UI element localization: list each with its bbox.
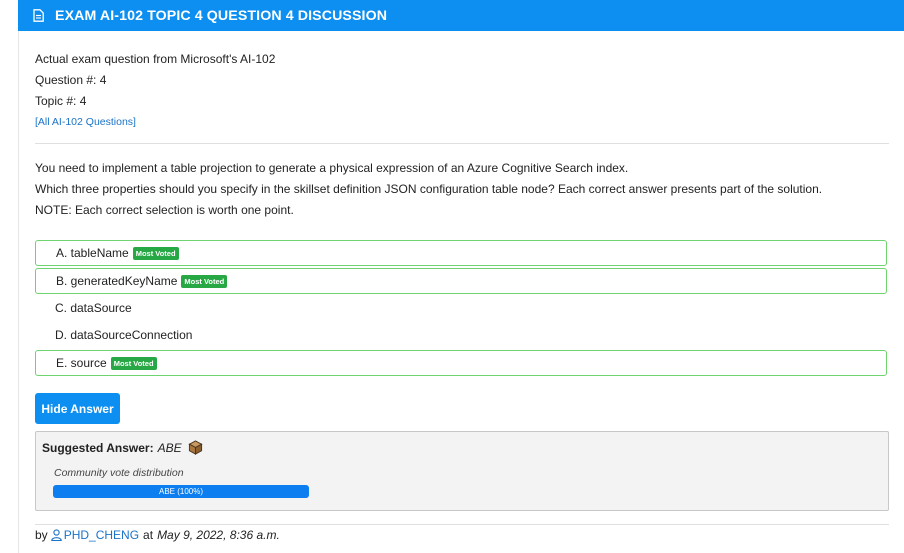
suggested-answer-value: ABE — [157, 440, 182, 455]
suggested-answer-label: Suggested Answer: — [42, 440, 154, 455]
suggested-answer-box: Suggested Answer: ABE Community vote dis… — [35, 431, 889, 511]
most-voted-badge: Most Voted — [132, 246, 179, 260]
choice-a[interactable]: A. tableName Most Voted — [35, 240, 887, 266]
choice-label: A. tableName — [56, 246, 129, 260]
hide-answer-button[interactable]: Hide Answer — [35, 393, 120, 424]
at-text: at — [143, 528, 154, 542]
vote-distribution-bar: ABE (100%) — [53, 485, 309, 498]
choice-e[interactable]: E. source Most Voted — [35, 350, 887, 376]
choice-b[interactable]: B. generatedKeyName Most Voted — [35, 268, 887, 294]
question-note: NOTE: Each correct selection is worth on… — [35, 203, 294, 217]
vote-distribution-label: Community vote distribution — [54, 467, 184, 479]
choice-label: B. generatedKeyName — [56, 274, 178, 288]
question-number: Question #: 4 — [35, 73, 107, 87]
section-divider — [35, 143, 889, 144]
most-voted-badge: Most Voted — [181, 274, 228, 288]
topic-number: Topic #: 4 — [35, 94, 87, 108]
question-text: You need to implement a table projection… — [35, 158, 822, 221]
suggested-answer: Suggested Answer: ABE — [42, 440, 203, 455]
user-link[interactable]: PHD_CHENG — [50, 528, 140, 542]
post-footer: by PHD_CHENG at May 9, 2022, 8:36 a.m. — [35, 528, 280, 542]
choice-d[interactable]: D. dataSourceConnection — [35, 322, 887, 348]
choice-c[interactable]: C. dataSource — [35, 295, 887, 321]
by-text: by — [35, 528, 48, 542]
question-source: Actual exam question from Microsoft's AI… — [35, 52, 276, 66]
question-meta: Actual exam question from Microsoft's AI… — [35, 49, 275, 133]
package-icon[interactable] — [188, 440, 203, 455]
choice-label: D. dataSourceConnection — [55, 328, 193, 342]
discussion-header: EXAM AI-102 TOPIC 4 QUESTION 4 DISCUSSIO… — [18, 0, 904, 31]
choice-label: E. source — [56, 356, 107, 370]
post-date: May 9, 2022, 8:36 a.m. — [157, 528, 280, 542]
choice-label: C. dataSource — [55, 301, 132, 315]
all-questions-link[interactable]: [All AI-102 Questions] — [35, 112, 275, 133]
footer-divider — [35, 524, 889, 525]
username: PHD_CHENG — [63, 528, 140, 542]
user-icon — [50, 529, 62, 541]
question-line: Which three properties should you specif… — [35, 182, 823, 196]
page-title: EXAM AI-102 TOPIC 4 QUESTION 4 DISCUSSIO… — [55, 7, 388, 24]
most-voted-badge: Most Voted — [110, 356, 157, 370]
document-icon — [33, 9, 45, 22]
question-line: You need to implement a table projection… — [35, 161, 629, 175]
page-left-rule — [18, 0, 19, 553]
